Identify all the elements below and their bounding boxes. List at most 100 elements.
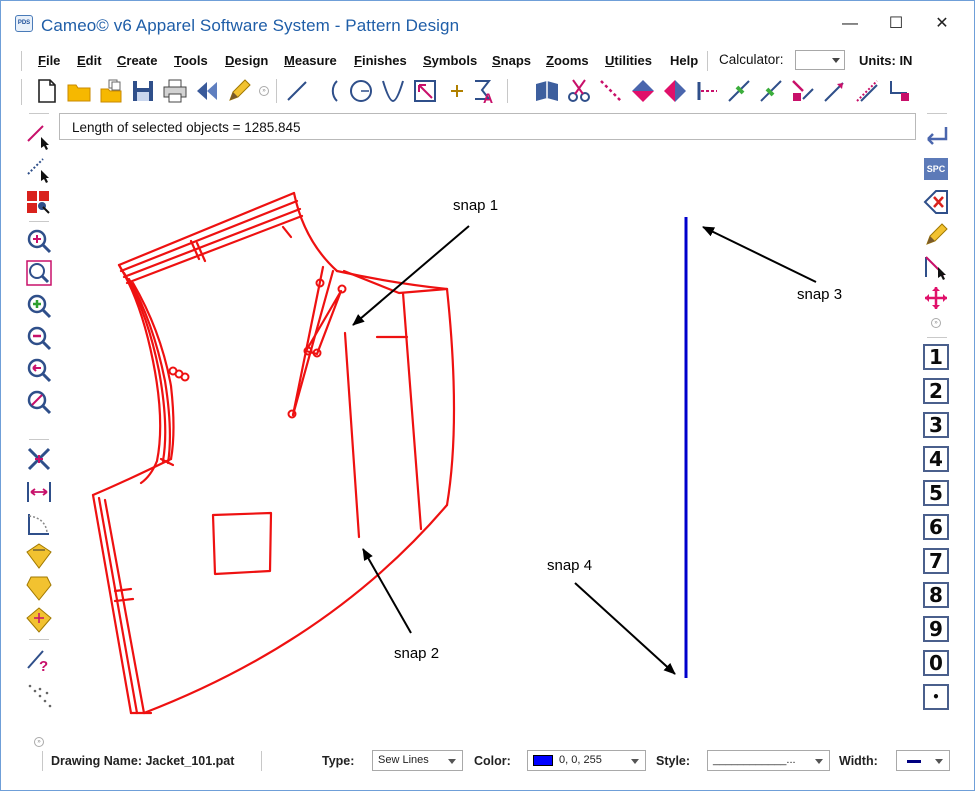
move-cross-icon[interactable] <box>922 284 950 312</box>
menu-finishes[interactable]: Finishes <box>354 53 407 68</box>
pencil-icon[interactable] <box>225 77 253 105</box>
chevron-down-icon <box>448 759 456 764</box>
toolbar-separator-2 <box>507 79 508 103</box>
color-swatch <box>533 755 553 766</box>
arrow-line-icon[interactable] <box>821 77 849 105</box>
spc-button[interactable]: SPC <box>924 158 948 180</box>
svg-text:A: A <box>483 90 493 105</box>
snap-3-arrow <box>702 226 817 283</box>
number-3-button[interactable]: 3 <box>923 412 949 438</box>
menu-create[interactable]: Create <box>117 53 157 68</box>
pentagon-yellow-icon[interactable] <box>25 574 53 602</box>
number-2-button[interactable]: 2 <box>923 378 949 404</box>
drawing-canvas[interactable]: snap 1 snap 2 snap 3 snap 4 <box>59 143 916 733</box>
number-5-button[interactable]: 5 <box>923 480 949 506</box>
new-file-icon[interactable] <box>33 77 61 105</box>
circle-tool-icon[interactable] <box>347 77 375 105</box>
jacket-pattern <box>91 191 456 715</box>
statusbar-separator-1 <box>261 751 262 771</box>
menu-file[interactable]: File <box>38 53 60 68</box>
delete-icon[interactable] <box>922 188 950 216</box>
mirror-horizontal-icon[interactable] <box>629 77 657 105</box>
select-dotted-icon[interactable] <box>25 156 53 184</box>
app-window: PDS Cameo© v6 Apparel Software System - … <box>0 0 975 791</box>
knife-alt-icon[interactable] <box>757 77 785 105</box>
cross-move-icon[interactable] <box>25 445 53 473</box>
chevron-down-icon <box>832 58 840 63</box>
type-dropdown[interactable]: Sew Lines <box>372 750 463 771</box>
save-icon[interactable] <box>129 77 157 105</box>
pattern-drawing <box>91 191 817 715</box>
number-9-button[interactable]: 9 <box>923 616 949 642</box>
left-expand-icon[interactable]: » <box>34 737 44 747</box>
expand-icon[interactable]: » <box>259 86 269 96</box>
back-arrows-icon[interactable] <box>193 77 221 105</box>
line-tool-icon[interactable] <box>283 77 311 105</box>
knife-icon[interactable] <box>725 77 753 105</box>
zoom-in-icon[interactable] <box>25 227 53 255</box>
print-icon[interactable] <box>161 77 189 105</box>
zoom-minus-icon[interactable] <box>25 324 53 352</box>
close-button[interactable]: ✕ <box>919 9 965 39</box>
scissors-icon[interactable] <box>565 77 593 105</box>
measure-line-icon[interactable] <box>853 77 881 105</box>
select-line-icon[interactable] <box>25 123 53 151</box>
select-block-icon[interactable] <box>25 189 53 217</box>
box-arrow-icon[interactable] <box>411 77 439 105</box>
number-4-button[interactable]: 4 <box>923 446 949 472</box>
dot-button[interactable]: • <box>923 684 949 710</box>
number-6-button[interactable]: 6 <box>923 514 949 540</box>
diamond-yellow-icon[interactable] <box>25 542 53 570</box>
selection-info-field: Length of selected objects = 1285.845 <box>59 113 916 140</box>
left-separator-3 <box>29 639 49 640</box>
return-arrow-icon[interactable] <box>922 123 950 151</box>
right-pencil-icon[interactable] <box>922 221 950 249</box>
zoom-cancel-icon[interactable] <box>25 388 53 416</box>
v-curve-icon[interactable] <box>379 77 407 105</box>
toolbar-separator <box>276 79 277 103</box>
menu-symbols[interactable]: Symbols <box>423 53 477 68</box>
right-expand-icon[interactable]: » <box>931 318 941 328</box>
zoom-plus-icon[interactable] <box>25 292 53 320</box>
menu-utilities[interactable]: Utilities <box>605 53 652 68</box>
dots-icon[interactable] <box>25 681 53 709</box>
zoom-previous-icon[interactable] <box>25 356 53 384</box>
open-multiple-icon[interactable] <box>97 77 125 105</box>
menu-snaps[interactable]: Snaps <box>492 53 531 68</box>
arc-tool-icon[interactable] <box>315 77 343 105</box>
open-folder-icon[interactable] <box>65 77 93 105</box>
right-separator <box>927 337 947 338</box>
menu-design[interactable]: Design <box>225 53 268 68</box>
style-dropdown[interactable]: ____________... <box>707 750 830 771</box>
maximize-button[interactable]: ☐ <box>873 9 919 39</box>
corner-arrow-icon[interactable] <box>885 77 913 105</box>
title-bar: PDS Cameo© v6 Apparel Software System - … <box>1 1 974 45</box>
line-select-icon[interactable] <box>922 253 950 281</box>
diamond-cross-icon[interactable] <box>25 606 53 634</box>
color-dropdown[interactable]: 0, 0, 255 <box>527 750 646 771</box>
width-dropdown[interactable] <box>896 750 950 771</box>
menu-help[interactable]: Help <box>670 53 698 68</box>
menu-edit[interactable]: Edit <box>77 53 102 68</box>
angle-dotted-icon[interactable] <box>25 510 53 538</box>
number-8-button[interactable]: 8 <box>923 582 949 608</box>
text-tool-icon[interactable]: A <box>471 77 499 106</box>
calculator-dropdown[interactable] <box>795 50 845 70</box>
notch-icon[interactable] <box>789 77 817 105</box>
line-end-icon[interactable] <box>693 77 721 105</box>
number-7-button[interactable]: 7 <box>923 548 949 574</box>
number-1-button[interactable]: 1 <box>923 344 949 370</box>
menu-bar: File Edit Create Tools Design Measure Fi… <box>21 49 956 73</box>
minimize-button[interactable]: — <box>827 9 873 39</box>
mirror-vertical-icon[interactable] <box>661 77 689 105</box>
book-icon[interactable] <box>533 77 561 105</box>
zoom-window-icon[interactable] <box>25 259 53 287</box>
cross-point-icon[interactable] <box>443 77 471 105</box>
number-0-button[interactable]: 0 <box>923 650 949 676</box>
dotted-line-icon[interactable] <box>597 77 625 105</box>
menu-tools[interactable]: Tools <box>174 53 208 68</box>
line-question-icon[interactable]: ? <box>25 646 53 675</box>
menu-measure[interactable]: Measure <box>284 53 337 68</box>
menu-zooms[interactable]: Zooms <box>546 53 589 68</box>
width-arrows-icon[interactable] <box>25 478 53 506</box>
